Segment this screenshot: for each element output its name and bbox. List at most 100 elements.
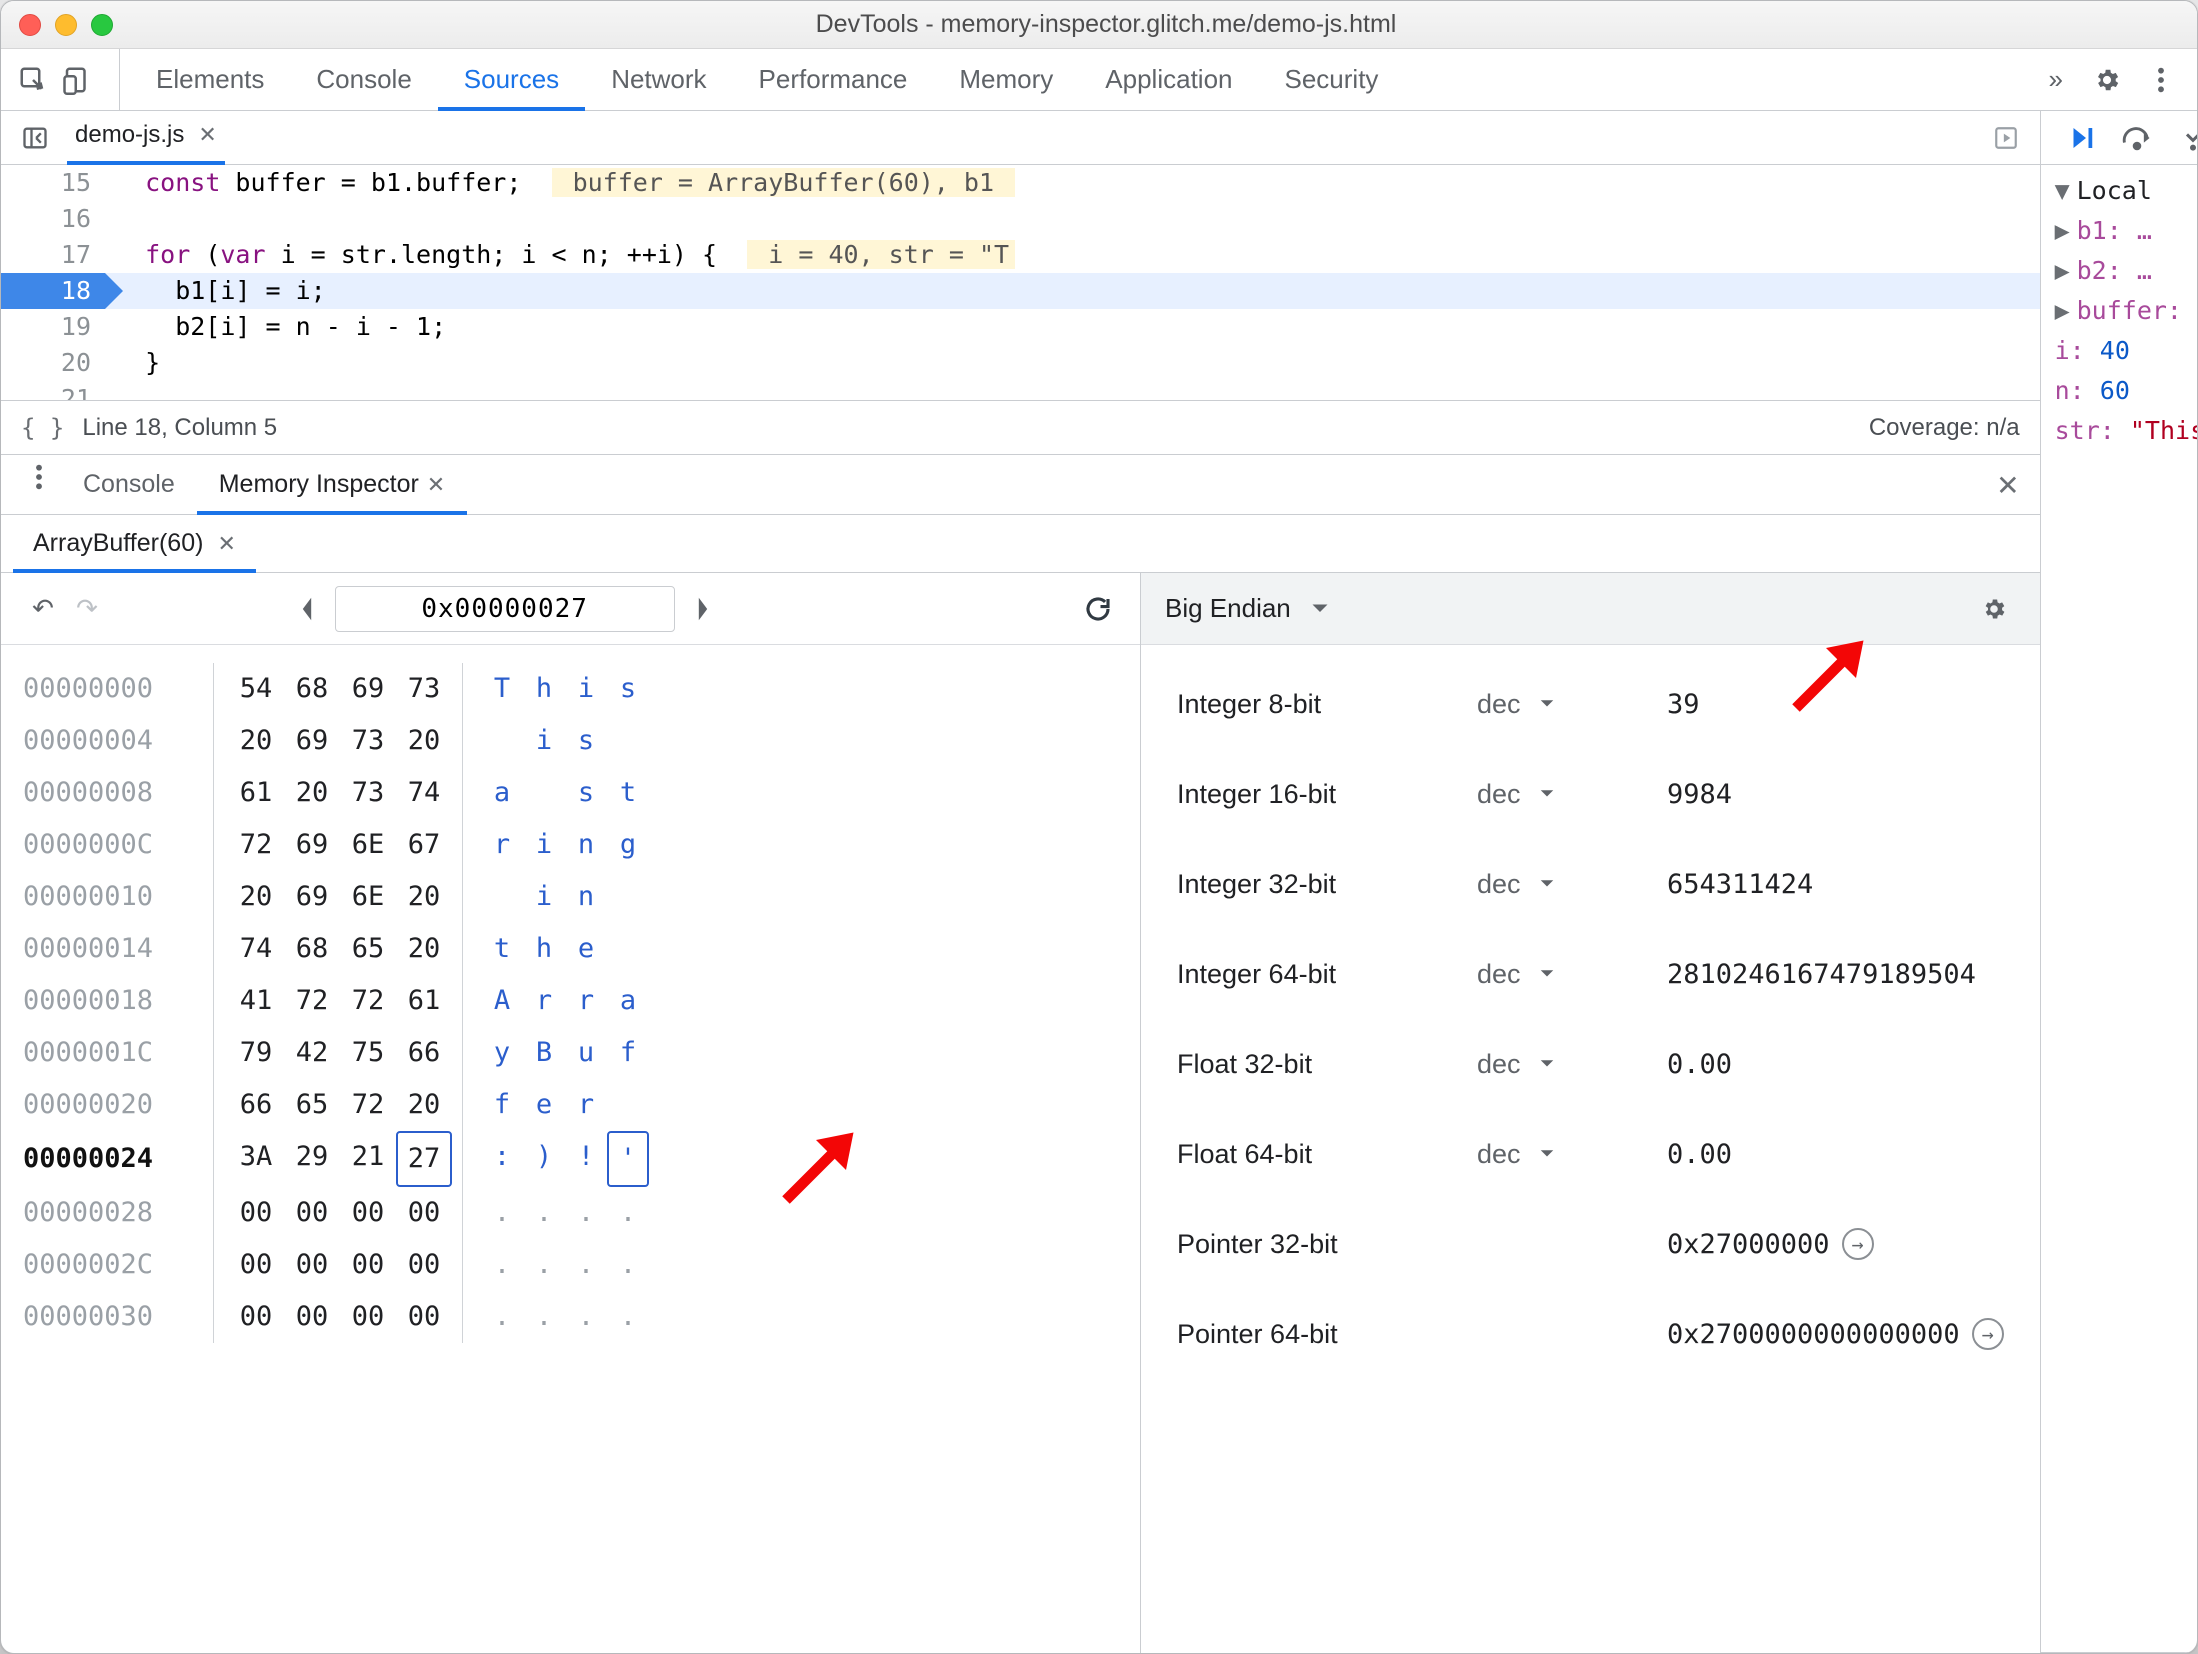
value-output: 9984 <box>1667 779 2004 810</box>
memory-toolbar: ↶ ↷ <box>1 573 1140 645</box>
scope-title: Local <box>2077 171 2152 211</box>
tab-memory[interactable]: Memory <box>933 49 1079 110</box>
hex-row[interactable]: 0000002800000000.... <box>23 1187 1118 1239</box>
callout-arrow-icon <box>771 1125 861 1215</box>
value-format-select[interactable]: dec <box>1477 1049 1667 1080</box>
inspect-element-icon[interactable] <box>11 58 55 102</box>
value-format-select[interactable]: dec <box>1477 1139 1667 1170</box>
next-page-icon[interactable] <box>681 587 725 631</box>
jump-to-address-icon[interactable]: → <box>1972 1318 2004 1350</box>
tab-network[interactable]: Network <box>585 49 732 110</box>
drawer-menu-icon[interactable] <box>17 455 61 499</box>
window-titlebar: DevTools - memory-inspector.glitch.me/de… <box>1 1 2197 49</box>
value-row: Integer 64-bitdec 2810246167479189504 <box>1177 929 2004 1019</box>
tab-performance[interactable]: Performance <box>733 49 934 110</box>
code-line[interactable]: 17 for (var i = str.length; i < n; ++i) … <box>1 237 2040 273</box>
callout-arrow-icon <box>1781 633 1871 723</box>
jump-to-address-icon[interactable]: → <box>1842 1228 1874 1260</box>
hex-view[interactable]: 0000000054686973This0000000420697320 is … <box>1 645 1140 1653</box>
scope-n: 60 <box>2100 371 2130 411</box>
close-icon[interactable]: ✕ <box>217 531 235 557</box>
refresh-icon[interactable] <box>1076 587 1120 631</box>
execute-snippet-icon[interactable] <box>1984 116 2028 160</box>
code-line[interactable]: 16 <box>1 201 2040 237</box>
close-window-icon[interactable] <box>19 14 41 36</box>
drawer-close-icon[interactable]: ✕ <box>1996 469 2019 502</box>
editor-tab[interactable]: demo-js.js ✕ <box>67 111 225 165</box>
value-row: Pointer 32-bit 0x27000000 → <box>1177 1199 2004 1289</box>
hex-row[interactable]: 0000000054686973This <box>23 663 1118 715</box>
navigator-toggle-icon[interactable] <box>13 116 57 160</box>
tab-sources[interactable]: Sources <box>438 49 585 110</box>
code-line[interactable]: 21 <box>1 381 2040 401</box>
scope-buffer-key[interactable]: buffer: <box>2077 291 2197 331</box>
scope-str: "This is a string in the ArrayBuffer :)!… <box>2130 411 2198 451</box>
minimize-window-icon[interactable] <box>55 14 77 36</box>
value-output: 0.00 <box>1667 1049 2004 1080</box>
value-format-select[interactable]: dec <box>1477 779 1667 810</box>
value-format-select[interactable]: dec <box>1477 959 1667 990</box>
settings-gear-icon[interactable] <box>2085 58 2129 102</box>
redo-icon[interactable]: ↷ <box>65 587 109 631</box>
tab-security[interactable]: Security <box>1259 49 1405 110</box>
step-into-icon[interactable] <box>2171 116 2198 160</box>
device-toolbar-icon[interactable] <box>55 58 99 102</box>
scope-b2[interactable]: b2: … <box>2077 251 2152 291</box>
resume-icon[interactable] <box>2059 116 2103 160</box>
close-icon[interactable]: ✕ <box>198 122 216 148</box>
kebab-menu-icon[interactable] <box>2139 58 2183 102</box>
address-input[interactable] <box>335 586 675 632</box>
tab-console[interactable]: Console <box>290 49 437 110</box>
code-line[interactable]: 18 b1[i] = i; <box>1 273 2040 309</box>
value-format-select[interactable]: dec <box>1477 689 1667 720</box>
value-type: Pointer 32-bit <box>1177 1229 1477 1260</box>
tab-application[interactable]: Application <box>1079 49 1258 110</box>
scope-panel[interactable]: ▼Local ▶b1: … ▶b2: … ▶buffer: ArrayBuffe… <box>2041 165 2198 1653</box>
prev-page-icon[interactable] <box>285 587 329 631</box>
devtools-window: DevTools - memory-inspector.glitch.me/de… <box>0 0 2198 1654</box>
value-interpretations: Integer 8-bitdec 39Integer 16-bitdec 998… <box>1141 645 2040 1653</box>
code-line[interactable]: 20 } <box>1 345 2040 381</box>
hex-row[interactable]: 0000000C72696E67ring <box>23 819 1118 871</box>
hex-row[interactable]: 0000001474686520the <box>23 923 1118 975</box>
hex-row[interactable]: 0000001C79427566yBuf <box>23 1027 1118 1079</box>
tabs-overflow[interactable]: » <box>2037 64 2075 95</box>
hex-row[interactable]: 0000001020696E20 in <box>23 871 1118 923</box>
memory-inspector-tabs: ArrayBuffer(60) ✕ <box>1 515 2040 573</box>
drawer-tab-label: Memory Inspector <box>219 470 419 499</box>
hex-row[interactable]: 0000002066657220fer <box>23 1079 1118 1131</box>
hex-row[interactable]: 000000243A292127:)!' <box>23 1131 1118 1187</box>
hex-row[interactable]: 0000003000000000.... <box>23 1291 1118 1343</box>
value-type: Pointer 64-bit <box>1177 1319 1477 1350</box>
editor-tabbar: demo-js.js ✕ <box>1 111 2040 165</box>
scope-b1[interactable]: b1: … <box>2077 211 2152 251</box>
drawer-tab-memory-inspector[interactable]: Memory Inspector ✕ <box>197 455 468 514</box>
value-output: 654311424 <box>1667 869 2004 900</box>
value-output: 0x27000000 → <box>1667 1228 2004 1260</box>
value-type: Integer 8-bit <box>1177 689 1477 720</box>
code-line[interactable]: 19 b2[i] = n - i - 1; <box>1 309 2040 345</box>
value-settings-icon[interactable] <box>1972 587 2016 631</box>
drawer-tab-console[interactable]: Console <box>61 455 197 514</box>
zoom-window-icon[interactable] <box>91 14 113 36</box>
endian-label: Big Endian <box>1165 593 1291 624</box>
hex-row[interactable]: 0000002C00000000.... <box>23 1239 1118 1291</box>
hex-row[interactable]: 0000001841727261Arra <box>23 975 1118 1027</box>
code-editor[interactable]: 15 const buffer = b1.buffer; buffer = Ar… <box>1 165 2040 401</box>
value-row: Float 32-bitdec 0.00 <box>1177 1019 2004 1109</box>
undo-icon[interactable]: ↶ <box>21 587 65 631</box>
tab-elements[interactable]: Elements <box>130 49 290 110</box>
memory-tab[interactable]: ArrayBuffer(60) ✕ <box>13 515 256 572</box>
hex-row[interactable]: 0000000420697320 is <box>23 715 1118 767</box>
value-row: Integer 8-bitdec 39 <box>1177 659 2004 749</box>
close-icon[interactable]: ✕ <box>427 472 445 498</box>
value-type: Integer 16-bit <box>1177 779 1477 810</box>
endian-select[interactable]: Big Endian <box>1165 593 1329 624</box>
pretty-print-icon[interactable]: { } <box>21 414 64 442</box>
code-line[interactable]: 15 const buffer = b1.buffer; buffer = Ar… <box>1 165 2040 201</box>
value-format-select[interactable]: dec <box>1477 869 1667 900</box>
value-type: Float 64-bit <box>1177 1139 1477 1170</box>
devtools-tabbar: ElementsConsoleSourcesNetworkPerformance… <box>1 49 2197 111</box>
hex-row[interactable]: 0000000861207374a st <box>23 767 1118 819</box>
step-over-icon[interactable] <box>2115 116 2159 160</box>
